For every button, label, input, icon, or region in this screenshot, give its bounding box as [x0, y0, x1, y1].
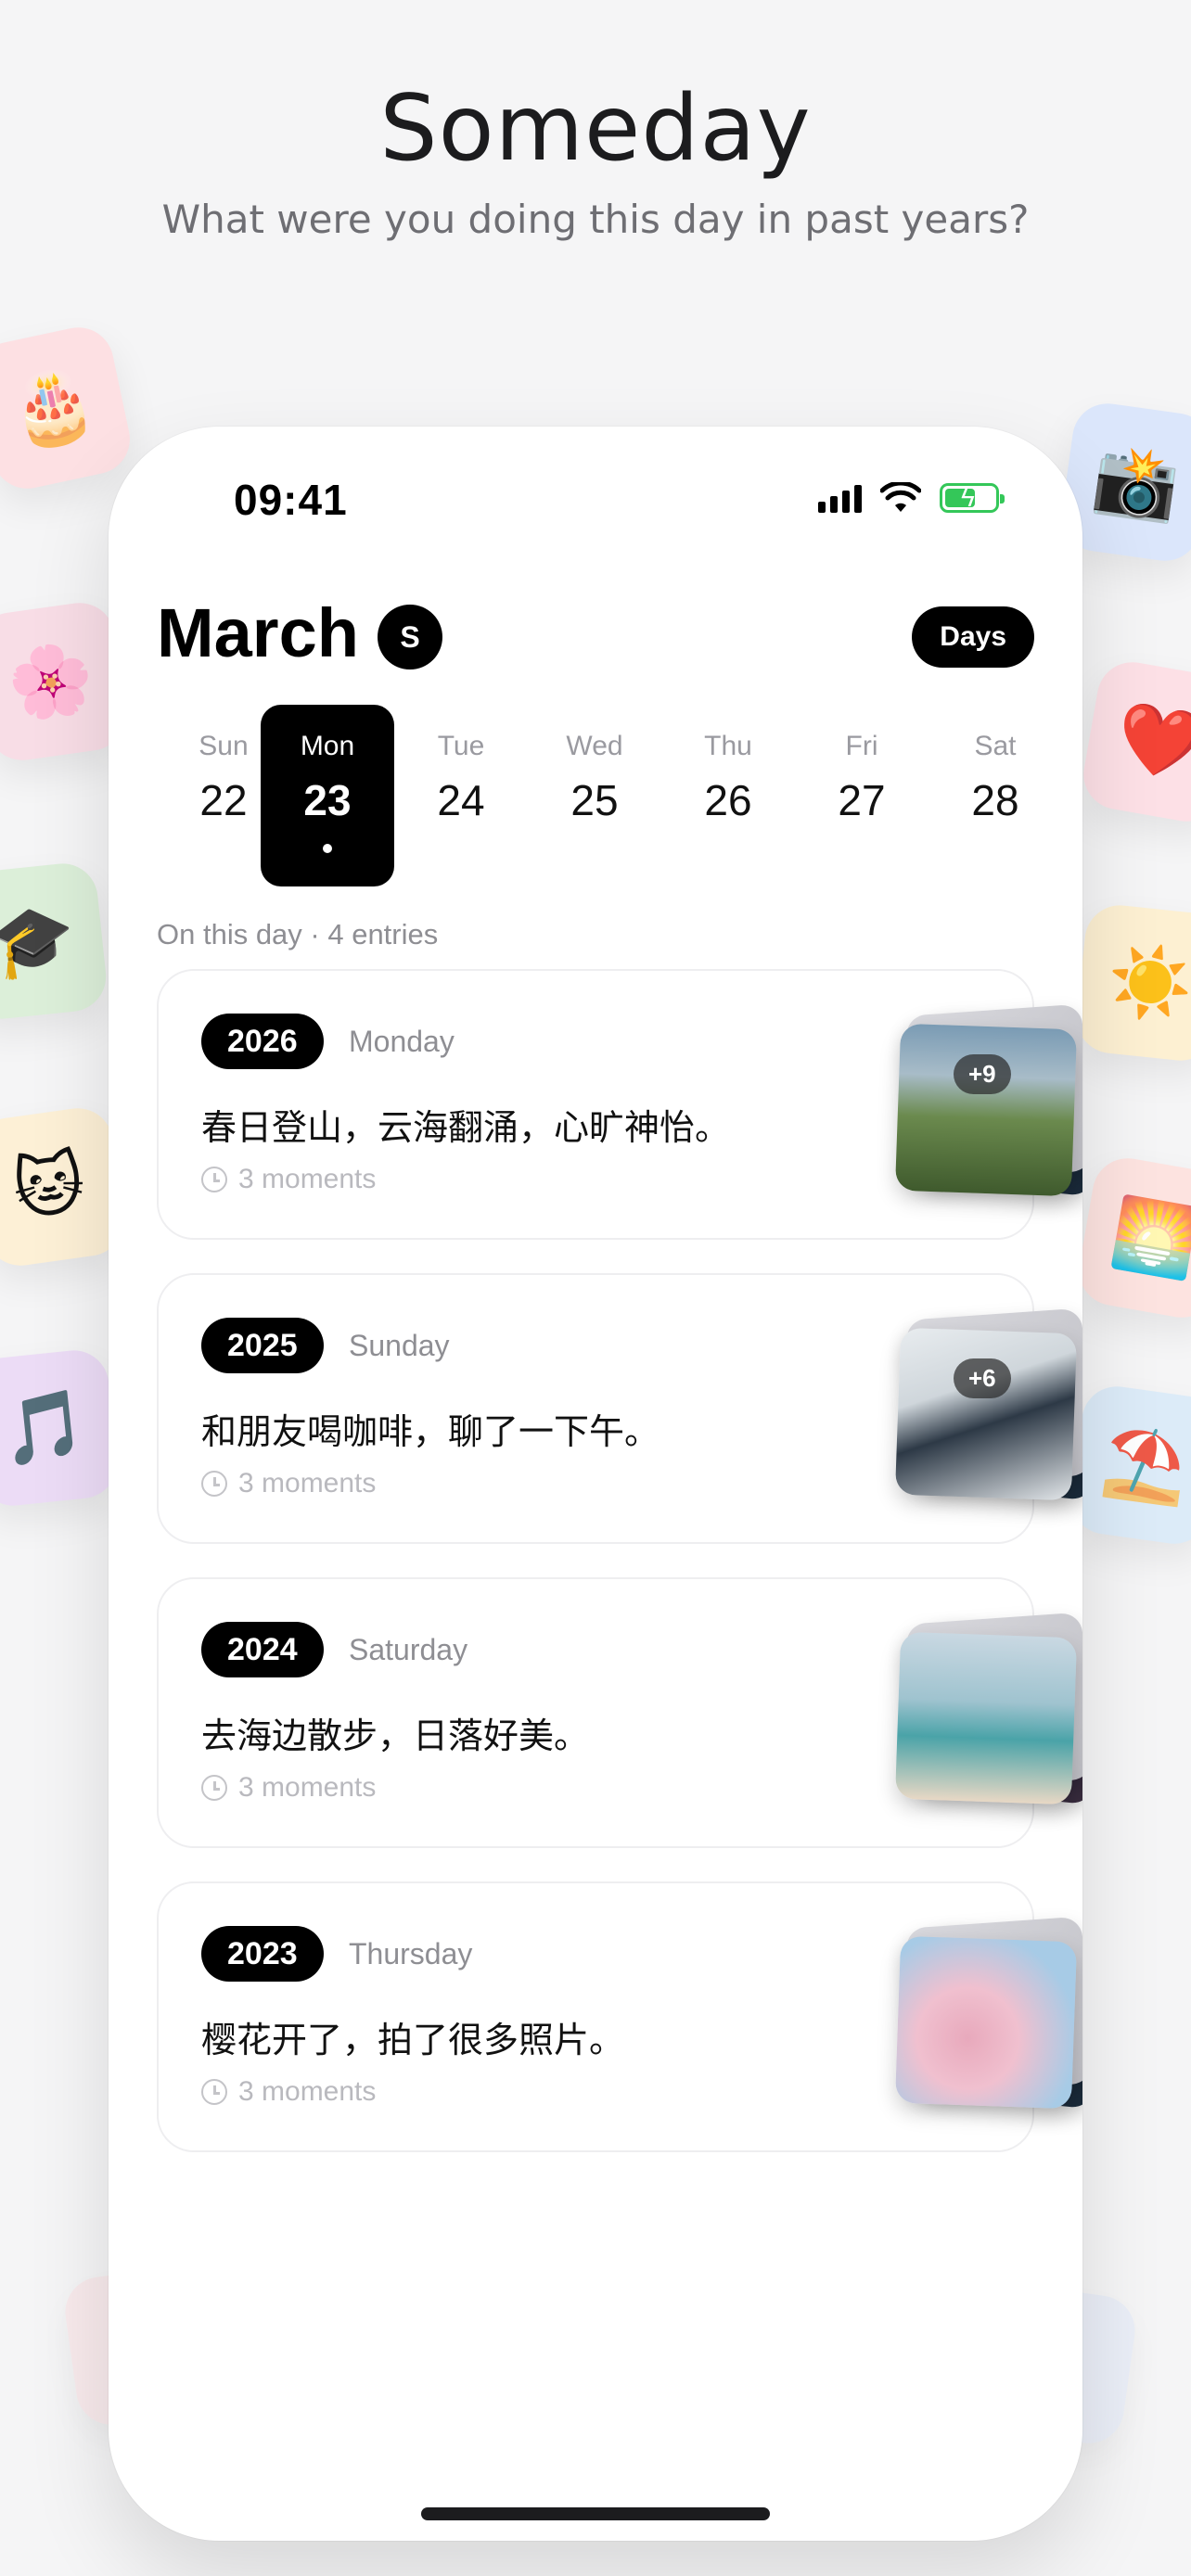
- entry-weekday: Saturday: [349, 1633, 468, 1666]
- entry-text: 樱花开了，拍了很多照片。: [201, 2020, 625, 2060]
- clock-icon: [201, 1775, 227, 1801]
- hero-title: Someday: [379, 76, 812, 182]
- year-badge: 2026: [201, 1014, 324, 1069]
- entry-text: 春日登山，云海翻涌，心旷神怡。: [201, 1107, 731, 1148]
- year-badge: 2025: [201, 1318, 324, 1373]
- moments-label: 3 moments: [238, 1468, 377, 1498]
- days-view-button[interactable]: Days: [912, 606, 1034, 668]
- moments-count: 3 moments: [201, 1164, 376, 1195]
- entry-weekday: Monday: [349, 1025, 455, 1058]
- day-number: 25: [570, 776, 619, 824]
- moments-label: 3 moments: [238, 1772, 377, 1803]
- moments-label: 3 moments: [238, 1164, 377, 1194]
- graduation-tile: 🎓: [0, 860, 109, 1023]
- sunset-tile: 🌅: [1073, 1153, 1191, 1323]
- day-number: 24: [437, 776, 485, 824]
- status-icons: ϟ: [818, 482, 1005, 514]
- clock-icon: [201, 2079, 227, 2105]
- day-thu[interactable]: Thu 26: [661, 705, 795, 886]
- moments-count: 3 moments: [201, 2076, 376, 2108]
- beach-tile: ⛱️: [1066, 1382, 1191, 1549]
- day-number: 26: [704, 776, 752, 824]
- day-number: 23: [303, 776, 352, 824]
- day-name: Sat: [974, 731, 1017, 761]
- music-tile: 🎵: [0, 1346, 121, 1510]
- day-mon-selected[interactable]: Mon 23: [261, 705, 394, 886]
- photo-thumbnail: [894, 1631, 1078, 1805]
- photo-stack[interactable]: [894, 1598, 1082, 1830]
- cellular-signal-icon: [818, 483, 862, 513]
- profile-badge[interactable]: S: [378, 605, 442, 670]
- entry-card-2024[interactable]: 2024 Saturday 去海边散步，日落好美。 3 moments: [157, 1577, 1082, 1848]
- day-name: Thu: [704, 731, 752, 761]
- day-number: 28: [971, 776, 1019, 824]
- entry-card-2023[interactable]: 2023 Thursday 樱花开了，拍了很多照片。 3 moments: [157, 1881, 1082, 2152]
- day-sat[interactable]: Sat 28: [928, 705, 1062, 886]
- day-name: Fri: [845, 731, 878, 761]
- moments-label: 3 moments: [238, 2076, 377, 2107]
- day-name: Tue: [437, 731, 485, 761]
- on-this-day-label: On this day · 4 entries: [157, 918, 439, 950]
- month-title: March: [157, 594, 359, 671]
- entry-weekday: Sunday: [349, 1329, 450, 1362]
- heart-icon: ❤️: [1110, 695, 1191, 789]
- flower-icon: 🌸: [3, 636, 99, 727]
- beach-umbrella-icon: ⛱️: [1097, 1420, 1191, 1511]
- day-wed[interactable]: Wed 25: [528, 705, 661, 886]
- graduation-cap-icon: 🎓: [0, 897, 80, 986]
- day-number: 27: [838, 776, 886, 824]
- week-strip: Sun 22 Mon 23 Tue 24 Wed 25 Thu 26 Fri 2…: [157, 705, 1034, 890]
- moments-count: 3 moments: [201, 1772, 376, 1804]
- photo-stack[interactable]: [894, 1902, 1082, 2134]
- entry-weekday: Thursday: [349, 1937, 473, 1970]
- music-note-icon: 🎵: [0, 1384, 91, 1473]
- cake-icon: 🎂: [2, 360, 103, 456]
- moments-count: 3 moments: [201, 1468, 376, 1499]
- battery-icon: ϟ: [940, 483, 1005, 513]
- phone-frame: 09:41 ϟ March S Days Sun 22 Mon 23 Tue 2…: [109, 427, 1082, 2541]
- photo-stack[interactable]: +9: [894, 989, 1082, 1221]
- day-name: Mon: [300, 731, 355, 761]
- camera-icon: 📸: [1088, 437, 1185, 528]
- status-time: 09:41: [234, 476, 348, 524]
- charging-bolt-icon: ϟ: [961, 483, 975, 512]
- photo-thumbnail: [894, 1023, 1078, 1197]
- photo-stack[interactable]: +6: [894, 1294, 1082, 1525]
- entries-dot: [323, 844, 332, 853]
- more-photos-badge: +9: [954, 1054, 1011, 1094]
- entry-card-2025[interactable]: 2025 Sunday 和朋友喝咖啡，聊了一下午。 3 moments +6: [157, 1273, 1082, 1544]
- day-fri[interactable]: Fri 27: [795, 705, 928, 886]
- heart-tile: ❤️: [1078, 657, 1191, 827]
- cake-tile: 🎂: [0, 321, 136, 495]
- photo-thumbnail: [894, 1935, 1078, 2110]
- home-indicator[interactable]: [421, 2507, 770, 2520]
- clock-icon: [201, 1471, 227, 1497]
- day-tue[interactable]: Tue 24: [394, 705, 528, 886]
- wifi-icon: [880, 482, 921, 512]
- entry-text: 去海边散步，日落好美。: [201, 1715, 590, 1756]
- more-photos-badge: +6: [954, 1358, 1011, 1398]
- photo-thumbnail: [894, 1327, 1078, 1501]
- sun-tile: ☀️: [1073, 901, 1191, 1065]
- sun-icon: ☀️: [1103, 938, 1191, 1027]
- entry-text: 和朋友喝咖啡，聊了一下午。: [201, 1411, 660, 1452]
- entry-card-2026[interactable]: 2026 Monday 春日登山，云海翻涌，心旷神怡。 3 moments +9: [157, 969, 1082, 1240]
- cat-icon: 🐱: [7, 1142, 91, 1231]
- day-name: Wed: [566, 731, 623, 761]
- year-badge: 2024: [201, 1622, 324, 1677]
- year-badge: 2023: [201, 1926, 324, 1982]
- hero-subtitle: What were you doing this day in past yea…: [161, 197, 1030, 242]
- clock-icon: [201, 1167, 227, 1192]
- sunset-photo-icon: 🌅: [1106, 1191, 1191, 1285]
